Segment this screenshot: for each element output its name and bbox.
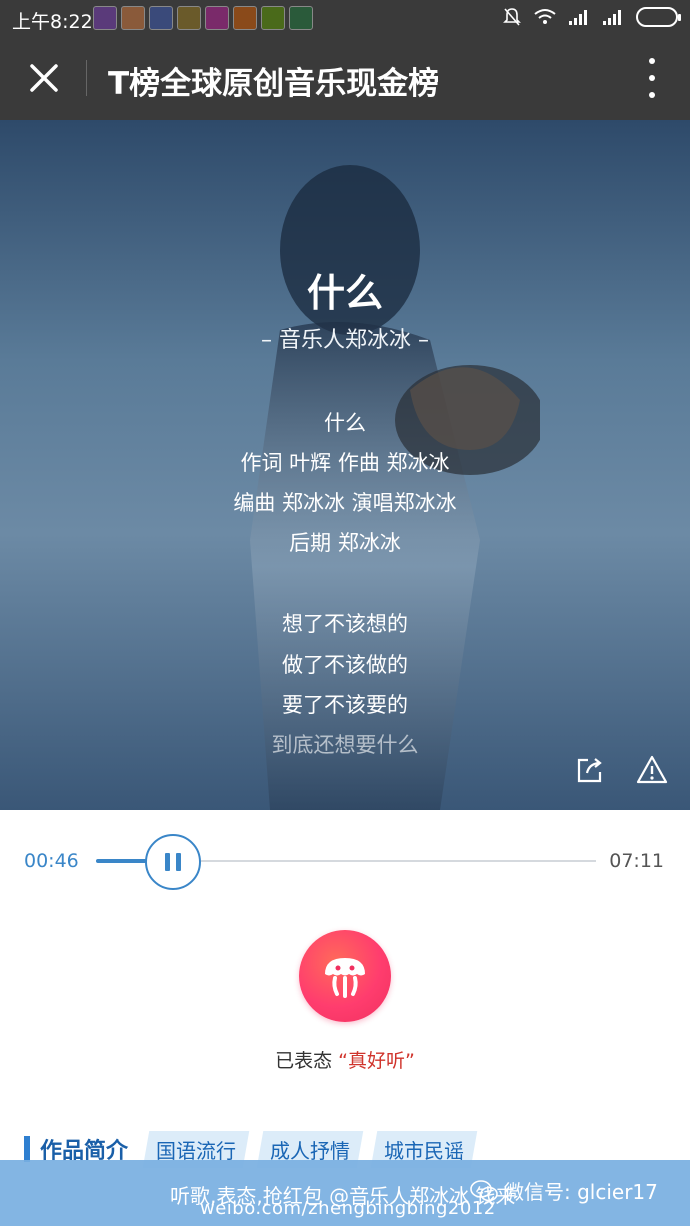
audio-player: 00:46 07:11 xyxy=(0,810,690,910)
system-icons xyxy=(502,7,681,27)
notification-icons xyxy=(93,6,313,30)
pause-icon xyxy=(176,853,181,871)
credit-line: 后期 郑冰冰 xyxy=(289,531,401,555)
wechat-id-label: 微信号: glcier17 xyxy=(504,1180,658,1204)
song-artwork: 什么 – 音乐人郑冰冰 – 什么 作词 叶辉 作曲 郑冰冰 编曲 郑冰冰 演唱郑… xyxy=(0,120,690,810)
credit-line: 什么 xyxy=(324,411,366,435)
reaction-quote: “真好听” xyxy=(338,1050,415,1072)
app-notification-icon xyxy=(177,6,201,30)
signal-icon xyxy=(569,10,587,25)
credit-line: 作词 叶辉 作曲 郑冰冰 xyxy=(240,451,450,475)
bell-muted-icon xyxy=(503,8,521,26)
wechat-id: 微信号: glcier17 xyxy=(470,1176,658,1205)
reaction-button[interactable] xyxy=(299,930,391,1022)
status-bar: 上午8:22 xyxy=(0,0,690,36)
app-notification-icon xyxy=(149,6,173,30)
title-bar: T榜全球原创音乐现金榜 xyxy=(0,36,690,120)
title-divider xyxy=(86,60,87,96)
app-notification-icon xyxy=(233,6,257,30)
share-icon xyxy=(577,758,602,783)
pause-icon xyxy=(165,853,170,871)
report-button[interactable] xyxy=(634,752,670,788)
more-vertical-icon xyxy=(649,75,655,81)
jellyfish-icon xyxy=(325,958,365,998)
more-options-button[interactable] xyxy=(640,58,664,98)
section-marker xyxy=(24,1136,30,1162)
page-title: T榜全球原创音乐现金榜 xyxy=(108,66,440,102)
song-title: 什么 xyxy=(306,271,383,315)
app-notification-icon xyxy=(121,6,145,30)
app-notification-icon xyxy=(289,6,313,30)
song-artist: – 音乐人郑冰冰 – xyxy=(261,328,429,353)
reaction-prefix: 已表态 xyxy=(275,1050,339,1072)
weibo-url: weibo.com/zhengbingbing2012 xyxy=(200,1198,496,1219)
app-notification-icon xyxy=(205,6,229,30)
wechat-icon xyxy=(470,1179,498,1201)
battery-icon xyxy=(636,7,681,27)
close-button[interactable] xyxy=(22,56,66,100)
total-time: 07:11 xyxy=(609,850,664,872)
share-button[interactable] xyxy=(572,752,608,788)
lyric-line: 想了不该想的 xyxy=(282,612,408,636)
lyric-line: 要了不该要的 xyxy=(282,693,408,717)
reaction-caption: 已表态 “真好听” xyxy=(0,1046,690,1073)
more-vertical-icon xyxy=(649,58,655,64)
lyric-line: 做了不该做的 xyxy=(282,653,408,677)
current-time: 00:46 xyxy=(24,850,79,872)
warning-icon xyxy=(636,755,668,784)
signal-icon xyxy=(603,10,621,25)
close-icon xyxy=(30,64,58,92)
progress-fill xyxy=(96,859,150,863)
status-time: 上午8:22 xyxy=(12,11,93,33)
credit-line: 编曲 郑冰冰 演唱郑冰冰 xyxy=(233,491,457,515)
app-notification-icon xyxy=(261,6,285,30)
app-notification-icon xyxy=(93,6,117,30)
wifi-icon xyxy=(534,9,556,24)
pause-button[interactable] xyxy=(145,834,201,890)
more-vertical-icon xyxy=(649,92,655,98)
